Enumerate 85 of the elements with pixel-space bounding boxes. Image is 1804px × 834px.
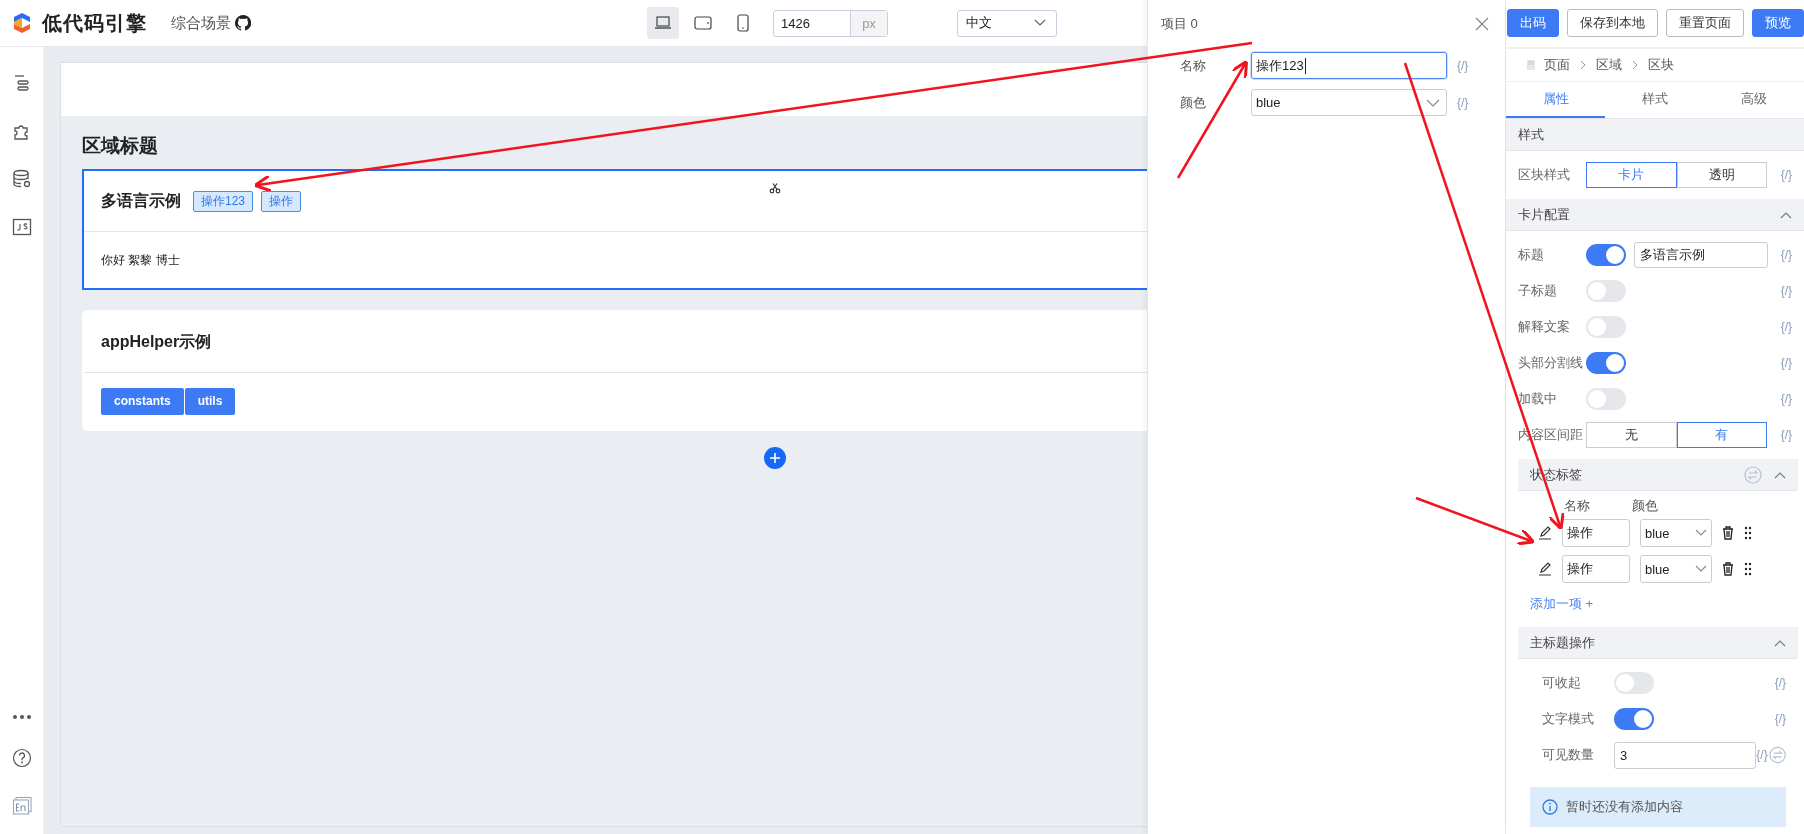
section-header[interactable]: 卡片配置 <box>1506 199 1804 231</box>
drawer-title: 项目 0 <box>1161 14 1198 33</box>
chevron-down-icon <box>1695 529 1707 537</box>
card-text: 你好 絮黎 博士 <box>101 251 180 269</box>
helper-button[interactable]: constants <box>101 387 184 415</box>
name-field[interactable]: 操作123 <box>1251 52 1447 79</box>
drag-handle-icon[interactable] <box>1744 562 1752 576</box>
brand-name: 低代码引擎 <box>42 10 147 36</box>
chevron-up-icon[interactable] <box>1780 210 1792 219</box>
breadcrumb-item[interactable]: 区域 <box>1596 56 1622 74</box>
segment-option[interactable]: 无 <box>1586 422 1677 448</box>
breadcrumb-item[interactable]: 页面 <box>1544 56 1570 74</box>
toolbar-button[interactable]: 预览 <box>1752 9 1804 37</box>
field-label: 解释文案 <box>1518 318 1571 336</box>
toggle-switch[interactable] <box>1614 672 1654 694</box>
helper-button[interactable]: utils <box>184 387 236 415</box>
more-icon[interactable] <box>11 714 32 720</box>
chevron-up-icon[interactable] <box>1774 470 1786 479</box>
column-header: 名称 <box>1564 497 1591 515</box>
toggle-switch[interactable] <box>1614 708 1654 730</box>
field-label: 颜色 <box>1180 94 1206 110</box>
chevron-down-icon <box>1426 98 1440 107</box>
add-item-link[interactable]: 添加一项 + <box>1530 595 1594 613</box>
field-label: 可收起 <box>1541 674 1582 692</box>
chevron-down-icon <box>1695 565 1707 573</box>
trash-icon[interactable] <box>1722 526 1734 540</box>
js-file-icon[interactable] <box>11 217 32 237</box>
database-icon[interactable] <box>11 169 32 189</box>
toggle-switch[interactable] <box>1586 316 1626 338</box>
field-label: 子标题 <box>1518 282 1558 300</box>
scene-link[interactable]: 综合场景 <box>171 13 231 33</box>
field-label: 加载中 <box>1518 390 1558 408</box>
toggle-switch[interactable] <box>1586 388 1626 410</box>
chevron-right-icon <box>1580 60 1586 70</box>
logo-icon <box>12 13 32 33</box>
language-select[interactable]: 中文 <box>957 9 1057 37</box>
edit-icon[interactable] <box>1538 562 1552 576</box>
language-icon[interactable] <box>11 796 32 816</box>
width-field[interactable]: 1426 px <box>773 9 888 37</box>
card-title: 多语言示例 <box>101 190 181 211</box>
unit-label: px <box>850 10 887 36</box>
trash-icon[interactable] <box>1722 562 1734 576</box>
toolbar-button[interactable]: 重置页面 <box>1666 9 1744 37</box>
github-icon[interactable] <box>235 15 251 31</box>
laptop-icon[interactable] <box>647 7 679 39</box>
section-title: 区域标题 <box>82 134 159 158</box>
segment-option[interactable]: 透明 <box>1676 162 1767 188</box>
notice-text: 暂时还没有添加内容 <box>1566 798 1683 816</box>
info-icon <box>1542 799 1558 815</box>
section-header[interactable]: 主标题操作 <box>1518 627 1798 659</box>
drag-handle-icon[interactable] <box>1744 526 1752 540</box>
section-header[interactable]: 样式 <box>1506 119 1804 151</box>
toolbar-button[interactable]: 保存到本地 <box>1567 9 1658 37</box>
field-label: 文字模式 <box>1541 710 1595 728</box>
status-tag: 操作 <box>261 190 302 212</box>
toggle-switch[interactable] <box>1586 352 1626 374</box>
edit-icon[interactable] <box>1538 526 1552 540</box>
field-label: 区块样式 <box>1518 166 1571 184</box>
field-label: 标题 <box>1518 246 1545 264</box>
chevron-up-icon[interactable] <box>1774 638 1786 647</box>
card-title: appHelper示例 <box>101 331 212 352</box>
toggle-switch[interactable] <box>1586 244 1626 266</box>
toolbar-button[interactable]: 出码 <box>1507 9 1559 37</box>
segment-option[interactable]: 卡片 <box>1586 162 1677 188</box>
color-select[interactable]: blue <box>1251 89 1447 116</box>
color-select[interactable]: blue <box>1640 519 1712 547</box>
number-field[interactable]: 3 <box>1614 741 1757 769</box>
name-field[interactable]: 操作 <box>1562 519 1630 547</box>
field-label: 头部分割线 <box>1518 354 1584 372</box>
field-label: 可见数量 <box>1541 746 1595 764</box>
field-label: 名称 <box>1180 57 1206 73</box>
name-field[interactable]: 操作 <box>1562 555 1630 583</box>
status-tag: 操作123 <box>193 190 254 212</box>
color-select[interactable]: blue <box>1640 555 1712 583</box>
add-icon[interactable] <box>764 447 786 469</box>
close-icon[interactable] <box>1475 16 1489 31</box>
help-icon[interactable] <box>11 748 32 768</box>
segment-option[interactable]: 有 <box>1676 422 1767 448</box>
text-field[interactable]: 多语言示例 <box>1634 242 1768 268</box>
page-icon <box>1526 59 1536 71</box>
chevron-right-icon <box>1632 60 1638 70</box>
toggle-switch[interactable] <box>1586 280 1626 302</box>
breadcrumb-item[interactable]: 区块 <box>1648 56 1674 74</box>
chevron-down-icon <box>1034 19 1046 27</box>
column-header: 颜色 <box>1632 497 1659 515</box>
